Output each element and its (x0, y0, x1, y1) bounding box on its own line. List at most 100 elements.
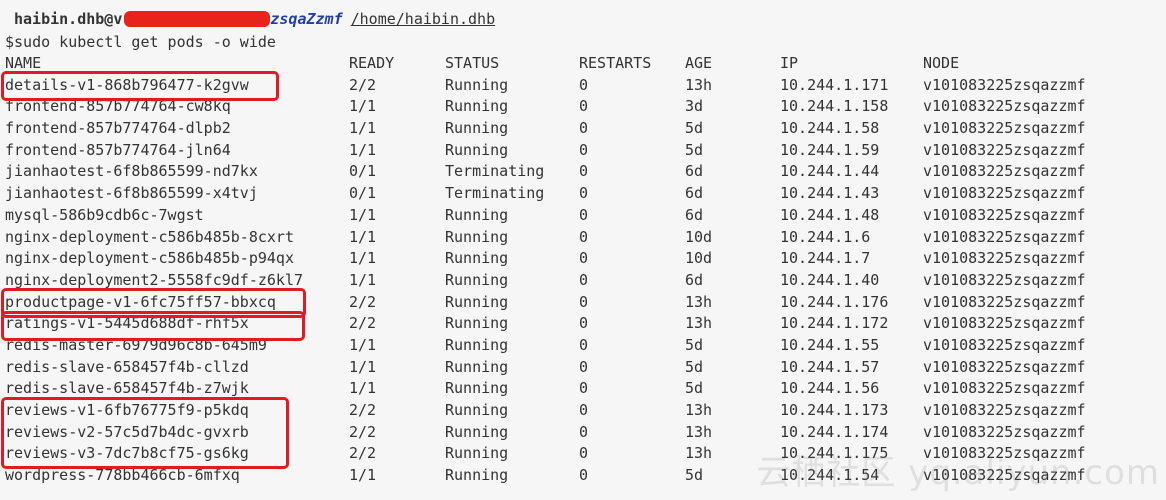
cell-ready: 1/1 (349, 140, 377, 159)
cell-age: 13h (685, 422, 713, 441)
cell-name: wordpress-778bb466cb-6mfxq (5, 466, 240, 485)
cell-restarts: 0 (579, 422, 589, 441)
cell-status: Terminating (445, 162, 545, 181)
cell-age: 6d (685, 184, 704, 203)
cell-ready: 2/2 (349, 444, 377, 463)
cell-restarts: 0 (579, 162, 589, 181)
cell-name: jianhaotest-6f8b865599-x4tvj (5, 184, 258, 203)
watermark: 云栖社区 yq.aliyun.com (756, 453, 1160, 493)
cell-name: frontend-857b774764-dlpb2 (5, 119, 231, 138)
cell-ip: 10.244.1.173 (780, 401, 889, 419)
cell-ip: 10.244.1.43 (780, 184, 880, 203)
cell-ready: 2/2 (349, 401, 377, 419)
cell-restarts: 0 (579, 466, 589, 485)
cell-name: details-v1-868b796477-k2gvw (5, 75, 249, 94)
header-age: AGE (685, 54, 713, 72)
cell-status: Running (445, 227, 509, 246)
table-row: ratings-v1-5445d688df-rhf5x 2/2 Running 0 13… (5, 313, 1155, 335)
cell-status: Running (445, 270, 509, 289)
cell-restarts: 0 (579, 205, 589, 224)
command-line: $sudo kubectl get pods -o wide (5, 33, 276, 51)
cell-node: v101083225zsqazzmf (923, 379, 1086, 398)
cell-age: 13h (685, 314, 713, 333)
cell-status: Terminating (445, 184, 545, 203)
header-node: NODE (923, 54, 960, 72)
header-name: NAME (5, 54, 42, 72)
cell-node: v101083225zsqazzmf (923, 292, 1086, 311)
cell-name: reviews-v1-6fb76775f9-p5kdq (5, 401, 249, 419)
cell-restarts: 0 (579, 335, 589, 354)
cell-ready: 1/1 (349, 249, 377, 268)
terminal-window[interactable]: haibin.dhb@v zsqaZzmf/home/haibin.dhb $su… (0, 0, 1166, 500)
cell-node: v101083225zsqazzmf (923, 314, 1086, 333)
cell-status: Running (445, 292, 509, 311)
table-row: nginx-deployment-c586b485b-p94qx 1/1 Runni… (5, 248, 1155, 270)
cell-ready: 2/2 (349, 292, 377, 311)
shell-prompt: haibin.dhb@v zsqaZzmf/home/haibin.dhb (14, 9, 495, 29)
table-row: frontend-857b774764-jln64 1/1 Running 0 5d 10… (5, 140, 1155, 162)
cell-restarts: 0 (579, 444, 589, 463)
cell-restarts: 0 (579, 184, 589, 203)
cell-ready: 2/2 (349, 314, 377, 333)
cell-name: ratings-v1-5445d688df-rhf5x (5, 314, 249, 333)
cell-restarts: 0 (579, 97, 589, 116)
cell-node: v101083225zsqazzmf (923, 249, 1086, 268)
cell-age: 13h (685, 401, 713, 419)
table-row: redis-slave-658457f4b-z7wjk 1/1 Running 0 5d… (5, 378, 1155, 400)
cell-ready: 2/2 (349, 75, 377, 94)
cell-name: productpage-v1-6fc75ff57-bbxcq (5, 292, 276, 311)
cell-ready: 1/1 (349, 205, 377, 224)
cell-restarts: 0 (579, 249, 589, 268)
cell-name: frontend-857b774764-cw8kq (5, 97, 231, 116)
cell-ready: 1/1 (349, 119, 377, 138)
cell-ip: 10.244.1.57 (780, 357, 880, 376)
cell-node: v101083225zsqazzmf (923, 270, 1086, 289)
table-row: nginx-deployment2-5558fc9df-z6kl7 1/1 Runn… (5, 270, 1155, 292)
cell-name: nginx-deployment2-5558fc9df-z6kl7 (5, 270, 304, 289)
cell-node: v101083225zsqazzmf (923, 97, 1086, 116)
cell-ip: 10.244.1.174 (780, 422, 889, 441)
cell-age: 3d (685, 97, 704, 116)
cell-age: 6d (685, 205, 704, 224)
cell-age: 5d (685, 357, 704, 376)
cell-ip: 10.244.1.44 (780, 162, 880, 181)
cell-name: reviews-v2-57c5d7b4dc-gvxrb (5, 422, 249, 441)
cell-status: Running (445, 119, 509, 138)
cell-ip: 10.244.1.6 (780, 227, 871, 246)
cell-ip: 10.244.1.176 (780, 292, 889, 311)
cell-name: nginx-deployment-c586b485b-8cxrt (5, 227, 294, 246)
cell-ip: 10.244.1.59 (780, 140, 880, 159)
cell-node: v101083225zsqazzmf (923, 184, 1086, 203)
cell-ip: 10.244.1.158 (780, 97, 889, 116)
cell-age: 6d (685, 162, 704, 181)
cell-age: 5d (685, 335, 704, 354)
cell-restarts: 0 (579, 292, 589, 311)
cell-ip: 10.244.1.171 (780, 75, 889, 94)
cell-restarts: 0 (579, 119, 589, 138)
cell-node: v101083225zsqazzmf (923, 335, 1086, 354)
cell-restarts: 0 (579, 379, 589, 398)
cell-age: 5d (685, 379, 704, 398)
cell-name: frontend-857b774764-jln64 (5, 140, 231, 159)
table-header-row: NAME READY STATUS RESTARTS AGE IP NODE (5, 53, 1155, 75)
cell-status: Running (445, 444, 509, 463)
table-row: nginx-deployment-c586b485b-8cxrt 1/1 Runni… (5, 227, 1155, 249)
cell-ready: 1/1 (349, 270, 377, 289)
cell-status: Running (445, 205, 509, 224)
table-row: redis-slave-658457f4b-cllzd 1/1 Running 0 5d… (5, 357, 1155, 379)
cell-restarts: 0 (579, 75, 589, 94)
cell-ready: 1/1 (349, 379, 377, 398)
cell-age: 5d (685, 466, 704, 485)
cell-ready: 1/1 (349, 357, 377, 376)
cell-age: 13h (685, 292, 713, 311)
cell-node: v101083225zsqazzmf (923, 140, 1086, 159)
cell-status: Running (445, 249, 509, 268)
cell-name: mysql-586b9cdb6c-7wgst (5, 205, 204, 224)
cell-ready: 0/1 (349, 162, 377, 181)
cell-age: 5d (685, 119, 704, 138)
table-row: frontend-857b774764-cw8kq 1/1 Running 0 3d 10… (5, 96, 1155, 118)
cell-status: Running (445, 379, 509, 398)
cell-name: redis-master-6979d96c8b-645m9 (5, 335, 267, 354)
cell-restarts: 0 (579, 357, 589, 376)
cell-status: Running (445, 401, 509, 419)
